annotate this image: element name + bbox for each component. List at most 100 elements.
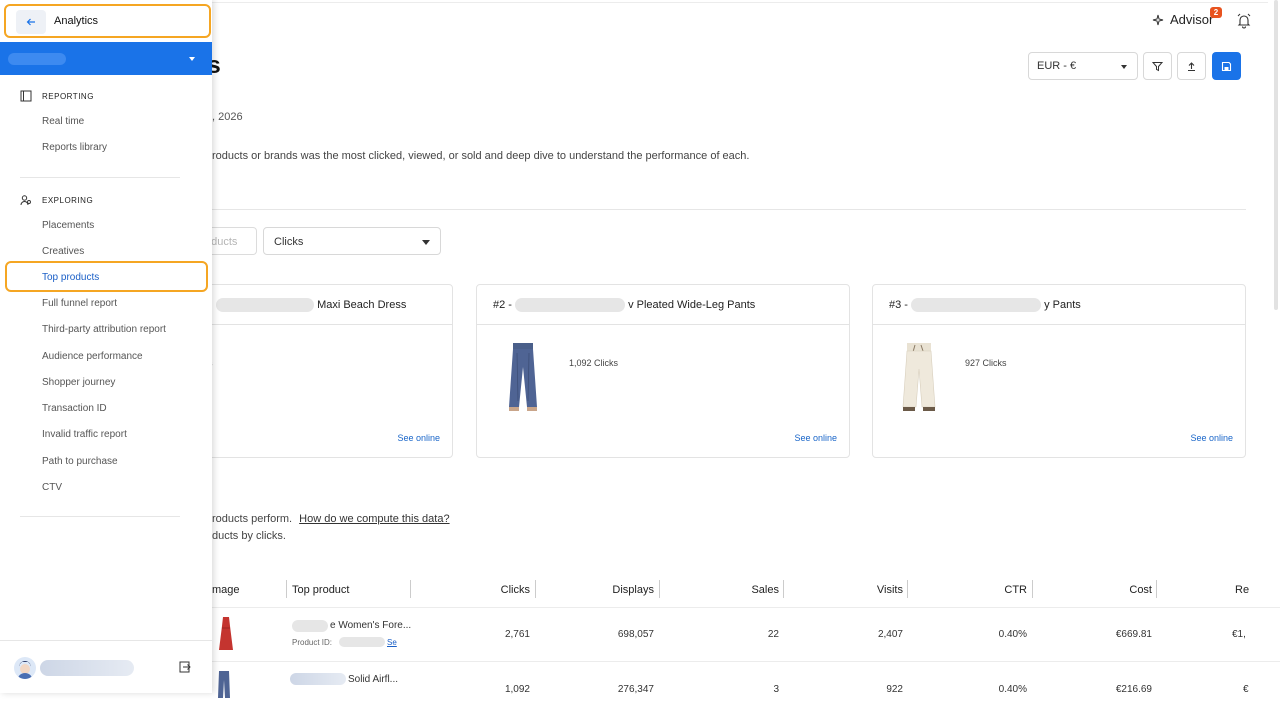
- sidebar-item-real-time[interactable]: Real time: [42, 116, 84, 127]
- table-intro: roducts perform. How do we compute this …: [212, 513, 450, 525]
- table-sort-note: ducts by clicks.: [212, 530, 286, 542]
- see-online-link[interactable]: See online: [794, 433, 837, 443]
- table-header: mage Top product Clicks Displays Sales V…: [212, 580, 1280, 607]
- section-divider: [212, 209, 1246, 210]
- cell-revenue: €: [1243, 684, 1249, 695]
- save-button[interactable]: [1212, 52, 1241, 80]
- page-description: roducts or brands was the most clicked, …: [212, 150, 750, 162]
- col-sales[interactable]: Sales: [751, 584, 779, 596]
- card-title: #2 - v Pleated Wide-Leg Pants: [477, 285, 849, 325]
- avatar[interactable]: [14, 657, 36, 679]
- see-online-link[interactable]: See online: [397, 433, 440, 443]
- redacted-name: [216, 298, 314, 312]
- sidebar-item-path-to-purchase[interactable]: Path to purchase: [42, 456, 118, 467]
- cell-clicks: 2,761: [504, 629, 530, 640]
- date-range: , 2026: [212, 111, 243, 123]
- table-row[interactable]: e Women's Fore... Product ID: Se 2,761 6…: [212, 607, 1280, 661]
- product-name[interactable]: Solid Airfl...: [348, 674, 398, 685]
- sidebar-item-invalid-traffic[interactable]: Invalid traffic report: [42, 429, 127, 440]
- col-top-product[interactable]: Top product: [292, 584, 349, 596]
- sparkle-icon: [1152, 14, 1164, 25]
- col-divider: [1032, 580, 1033, 598]
- reports-icon: [20, 90, 32, 102]
- sidebar-item-third-party-attribution[interactable]: Third-party attribution report: [42, 324, 166, 335]
- col-divider: [783, 580, 784, 598]
- save-icon: [1221, 61, 1232, 71]
- sidebar-item-full-funnel[interactable]: Full funnel report: [42, 298, 117, 309]
- chevron-down-icon: [1121, 65, 1127, 69]
- redacted-name: [515, 298, 626, 312]
- col-revenue[interactable]: Re: [1235, 584, 1249, 596]
- sidebar-item-top-products[interactable]: Top products: [42, 272, 99, 283]
- section-reporting: REPORTING: [20, 90, 94, 102]
- see-online-link[interactable]: See online: [1190, 433, 1233, 443]
- sidebar-item-ctv[interactable]: CTV: [42, 482, 62, 493]
- active-item-highlight: [5, 261, 208, 292]
- sidebar-item-shopper-journey[interactable]: Shopper journey: [42, 377, 115, 388]
- sidebar-divider: [20, 177, 180, 178]
- metric-value: Clicks: [274, 236, 304, 248]
- sidebar-item-audience-performance[interactable]: Audience performance: [42, 351, 143, 362]
- col-divider: [410, 580, 411, 598]
- col-divider: [535, 580, 536, 598]
- cell-visits: 2,407: [877, 629, 903, 640]
- cell-cost: €216.69: [1115, 684, 1152, 695]
- scrollbar[interactable]: [1274, 0, 1278, 310]
- topbar-divider: [212, 2, 1268, 3]
- product-image: [902, 343, 936, 411]
- upload-icon: [1188, 61, 1195, 71]
- col-visits[interactable]: Visits: [877, 584, 903, 596]
- cell-sales: 3: [773, 684, 779, 695]
- cell-sales: 22: [767, 629, 779, 640]
- col-divider: [286, 580, 287, 598]
- redacted-name: [292, 620, 328, 632]
- col-displays[interactable]: Displays: [612, 584, 654, 596]
- see-link[interactable]: Se: [387, 638, 397, 647]
- sidebar-title: Analytics: [54, 15, 99, 27]
- cell-clicks: 1,092: [504, 684, 530, 695]
- table-row[interactable]: Solid Airfl... 1,092 276,347 3 922 0.40%…: [212, 661, 1280, 715]
- sidebar-header: Analytics: [4, 4, 211, 38]
- col-divider: [907, 580, 908, 598]
- cell-ctr: 0.40%: [998, 629, 1027, 640]
- col-ctr[interactable]: CTR: [1004, 584, 1027, 596]
- cell-displays: 698,057: [617, 629, 654, 640]
- card-clicks: 1,092 Clicks: [569, 358, 619, 368]
- currency-select[interactable]: EUR - €: [1028, 52, 1138, 80]
- card-title: #3 - y Pants: [873, 285, 1245, 325]
- sidebar-divider: [20, 516, 180, 517]
- account-selector[interactable]: [0, 42, 212, 75]
- product-name[interactable]: e Women's Fore...: [330, 620, 411, 631]
- advisor-button[interactable]: Advisor: [1152, 12, 1213, 27]
- col-divider: [659, 580, 660, 598]
- sidebar-item-reports-library[interactable]: Reports library: [42, 142, 107, 153]
- col-clicks[interactable]: Clicks: [501, 584, 530, 596]
- advisor-label: Advisor: [1170, 12, 1214, 27]
- redacted-user-name: [40, 660, 134, 676]
- sidebar-item-creatives[interactable]: Creatives: [42, 246, 84, 257]
- product-id-label: Product ID:: [292, 638, 333, 647]
- cell-cost: €669.81: [1115, 629, 1152, 640]
- card-clicks: 927 Clicks: [965, 358, 1007, 368]
- redacted-account: [8, 53, 66, 65]
- filter-button[interactable]: [1143, 52, 1172, 80]
- logout-icon[interactable]: [178, 660, 192, 674]
- section-exploring: EXPLORING: [20, 194, 93, 206]
- metric-select[interactable]: Clicks: [263, 227, 441, 255]
- bell-icon[interactable]: [1236, 13, 1252, 29]
- sidebar-item-placements[interactable]: Placements: [42, 220, 94, 231]
- product-image: [219, 617, 233, 650]
- sidebar: Analytics REPORTING Real time Reports li…: [0, 0, 212, 693]
- export-button[interactable]: [1177, 52, 1206, 80]
- compute-info-link[interactable]: How do we compute this data?: [299, 513, 449, 525]
- col-cost[interactable]: Cost: [1129, 584, 1152, 596]
- col-image[interactable]: mage: [212, 584, 240, 596]
- redacted-name: [290, 673, 346, 685]
- advisor-badge: 2: [1210, 7, 1222, 18]
- cell-revenue: €1,: [1232, 629, 1246, 640]
- sidebar-item-transaction-id[interactable]: Transaction ID: [42, 403, 107, 414]
- back-button[interactable]: [16, 10, 46, 34]
- top-product-card: #2 - v Pleated Wide-Leg Pants 1,092 Clic…: [476, 284, 850, 458]
- arrow-left-icon: [26, 18, 35, 26]
- col-divider: [1156, 580, 1157, 598]
